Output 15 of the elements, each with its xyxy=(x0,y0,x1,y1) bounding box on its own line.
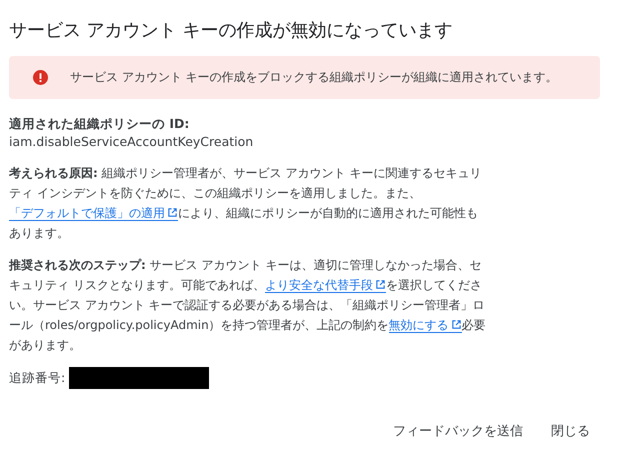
feedback-button[interactable]: フィードバックを送信 xyxy=(383,414,533,448)
policy-label: 適用された組織ポリシーの ID: xyxy=(9,115,190,133)
close-button[interactable]: 閉じる xyxy=(541,414,600,448)
external-link-icon xyxy=(374,279,386,290)
paragraph: 推奨される次のステップ: サービス アカウント キーは、適切に管理しなかった場合、セキュリティ リスクとなります。可能であれば、より安全な代替手段 を選択してください。サービス アカウント キーで認証する必要がある場合は、「組織ポリシー管理者」ロール（roles/orgpolicy.policyAdmin）を持つ管理者が、上記の制約を無効にする 必要があります。 xyxy=(9,257,487,354)
alert-message: サービス アカウント キーの作成をブロックする組織ポリシーが組織に適用されています。 xyxy=(70,69,558,86)
link[interactable]: より安全な代替手段 xyxy=(264,278,386,293)
link[interactable]: 無効にする xyxy=(388,318,462,333)
external-link-icon xyxy=(167,207,178,218)
external-link-icon xyxy=(450,319,462,330)
paragraph: 考えられる原因: 組織ポリシー管理者が、サービス アカウント キーに関連するセキュリティ インシデントを防ぐために、この組織ポリシーを適用しました。また、 「デフォルトで保護」の適用 により、組織にポリシーが自動的に適用された可能性もあります。 xyxy=(9,165,482,242)
tracking-label: 追跡番号: xyxy=(9,370,66,386)
dialog-title: サービス アカウント キーの作成が無効になっています xyxy=(9,19,454,43)
link[interactable]: 「デフォルトで保護」の適用 xyxy=(9,206,178,221)
policy-id: iam.disableServiceAccountKeyCreation xyxy=(9,133,254,151)
